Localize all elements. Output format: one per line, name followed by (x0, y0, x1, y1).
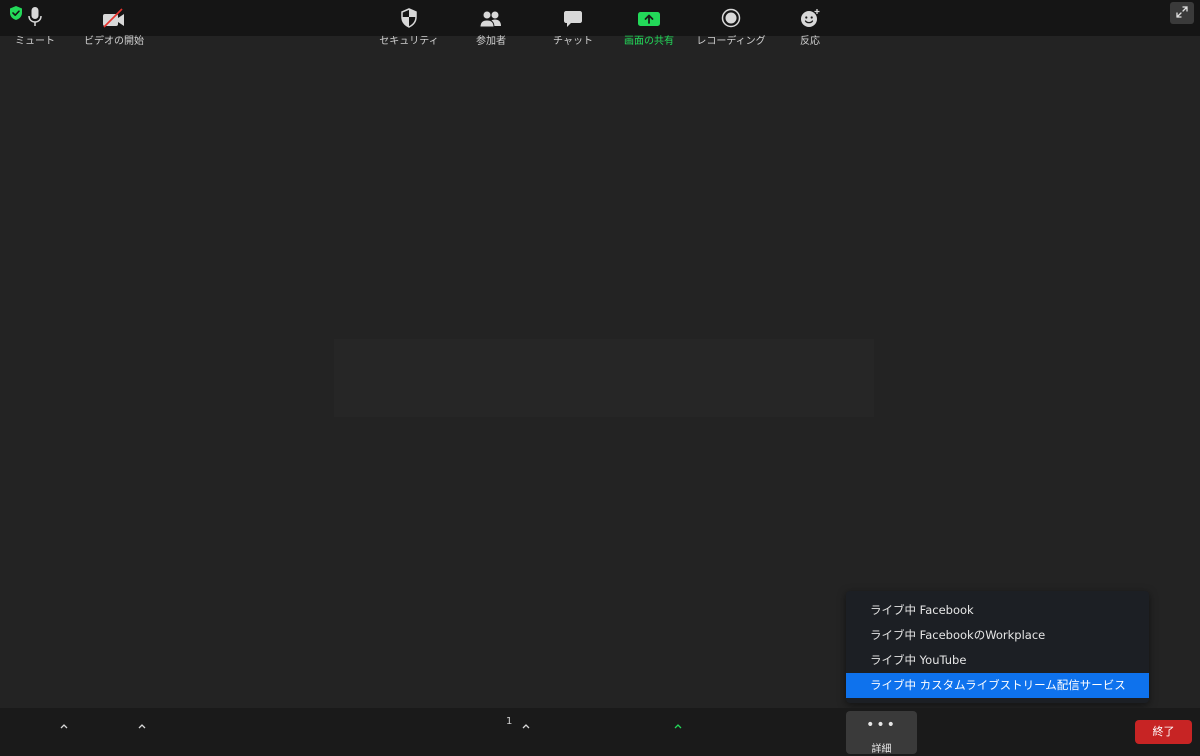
chevron-up-icon (522, 714, 530, 733)
participant-count: 1 (506, 716, 513, 727)
participants-icon (478, 4, 504, 28)
expand-icon (1175, 4, 1189, 23)
participants-options-caret[interactable] (521, 718, 531, 728)
security-label: セキュリティ (379, 36, 439, 47)
audio-options-caret[interactable] (59, 718, 69, 728)
meeting-toolbar (0, 708, 1200, 756)
video-options-caret[interactable] (137, 718, 147, 728)
end-meeting-button[interactable]: 終了 (1135, 720, 1192, 744)
start-video-button[interactable]: ビデオの開始 (82, 4, 146, 48)
smiley-add-icon (799, 4, 821, 28)
record-button[interactable]: レコーディング (694, 4, 768, 48)
share-screen-label: 画面の共有 (624, 36, 674, 47)
shield-icon (400, 4, 418, 28)
menu-item-live-custom[interactable]: ライブ中 カスタムライブストリーム配信サービス (846, 673, 1149, 698)
more-dots-icon: ••• (866, 717, 897, 733)
mute-label: ミュート (15, 36, 55, 47)
participants-button[interactable]: 参加者 (472, 4, 510, 48)
record-label: レコーディング (696, 36, 766, 47)
more-menu: ライブ中 Facebook ライブ中 FacebookのWorkplace ライ… (846, 591, 1149, 703)
more-button[interactable]: ••• 詳細 (846, 711, 917, 755)
chevron-up-icon (674, 714, 682, 733)
zoom-meeting-window: ライブ中 Facebook ライブ中 FacebookのWorkplace ライ… (0, 0, 1200, 756)
chevron-up-icon (60, 714, 68, 733)
mute-button[interactable]: ミュート (12, 4, 58, 48)
share-options-caret[interactable] (673, 718, 683, 728)
participants-label: 参加者 (476, 36, 506, 47)
video-off-icon (101, 4, 127, 28)
top-bar (0, 0, 1200, 36)
menu-item-live-facebook[interactable]: ライブ中 Facebook (846, 598, 1149, 623)
security-button[interactable]: セキュリティ (376, 4, 442, 48)
chat-bubble-icon (563, 4, 583, 28)
reactions-label: 反応 (800, 36, 820, 47)
more-label: 詳細 (871, 744, 892, 755)
chat-button[interactable]: チャット (548, 4, 598, 48)
share-screen-button[interactable]: 画面の共有 (620, 4, 678, 48)
video-placeholder (334, 339, 874, 417)
start-video-label: ビデオの開始 (84, 36, 144, 47)
menu-item-live-youtube[interactable]: ライブ中 YouTube (846, 648, 1149, 673)
record-icon (721, 4, 741, 28)
microphone-icon (27, 4, 43, 28)
menu-item-live-workplace[interactable]: ライブ中 FacebookのWorkplace (846, 623, 1149, 648)
share-screen-icon (637, 4, 661, 28)
chat-label: チャット (553, 36, 593, 47)
chevron-up-icon (138, 714, 146, 733)
fullscreen-button[interactable] (1170, 2, 1194, 24)
reactions-button[interactable]: 反応 (794, 4, 826, 48)
